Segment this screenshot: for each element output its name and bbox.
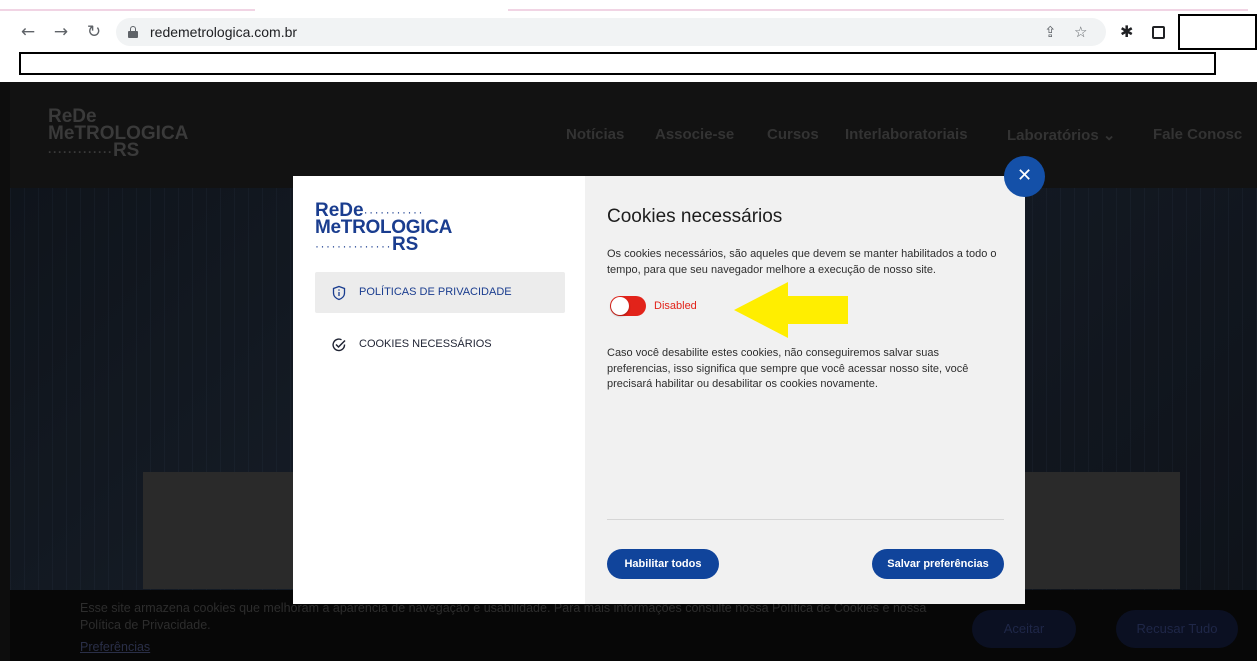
reload-icon[interactable]: ↻ (84, 22, 104, 42)
enable-all-button[interactable]: Habilitar todos (607, 549, 719, 579)
warning-text: Caso você desabilite estes cookies, não … (607, 347, 969, 390)
reject-all-button[interactable]: Recusar Tudo (1116, 610, 1238, 648)
sidebar-item-label: COOKIES NECESSÁRIOS (359, 338, 492, 350)
nav-item-cursos[interactable]: Cursos (767, 126, 819, 143)
nav-item-laboratorios[interactable]: Laboratórios ⌄ (1007, 126, 1115, 144)
preferences-link[interactable]: Preferências (80, 640, 150, 654)
redacted-box (1178, 14, 1257, 50)
accept-button[interactable]: Aceitar (972, 610, 1076, 648)
logo-text: RS (112, 140, 140, 161)
tab-indicator (508, 9, 1248, 11)
sidebar-item-label: POLÍTICAS DE PRIVACIDADE (359, 286, 512, 298)
check-circle-icon (332, 338, 346, 352)
close-button[interactable]: ✕ (1004, 156, 1045, 197)
save-preferences-button[interactable]: Salvar preferências (872, 549, 1004, 579)
nav-item-interlaboratoriais[interactable]: Interlaboratoriais (845, 126, 968, 143)
nav-item-fale-conosco[interactable]: Fale Conosc (1153, 126, 1242, 143)
site-logo[interactable]: ReDe MeTROLOGICA ·············RS (48, 107, 188, 161)
star-icon[interactable]: ☆ (1074, 23, 1087, 41)
forward-arrow-icon[interactable]: → (51, 22, 71, 42)
share-icon[interactable]: ⇪ (1044, 23, 1057, 41)
address-bar[interactable]: redemetrologica.com.br ⇪ ☆ (116, 18, 1106, 46)
sidebar-item-necessary-cookies[interactable]: COOKIES NECESSÁRIOS (315, 324, 565, 365)
shield-info-icon (332, 285, 346, 301)
modal-content: Cookies necessários Os cookies necessári… (585, 176, 1025, 604)
tab-indicator (0, 9, 255, 11)
page-title: Cookies necessários (607, 206, 783, 227)
nav-item-associe-se[interactable]: Associe-se (655, 126, 734, 143)
logo-dots: ············· (48, 145, 113, 159)
sidebar-item-privacy-policy[interactable]: POLÍTICAS DE PRIVACIDADE (315, 272, 565, 313)
close-icon: ✕ (1016, 165, 1033, 186)
logo-text: RS (391, 234, 419, 255)
toggle-knob (611, 297, 629, 315)
puzzle-icon[interactable]: ✱ (1120, 22, 1133, 41)
square-icon[interactable] (1152, 26, 1165, 39)
nav-item-noticias[interactable]: Notícias (566, 126, 624, 143)
cookie-banner-text: Esse site armazena cookies que melhoram … (80, 601, 927, 632)
cookies-toggle[interactable] (610, 296, 646, 316)
description-text: Os cookies necessários, são aqueles que … (607, 248, 997, 276)
url-text[interactable]: redemetrologica.com.br (150, 24, 297, 40)
yellow-arrow-annotation (734, 282, 848, 338)
back-arrow-icon[interactable]: ← (18, 22, 38, 42)
site-header: ReDe MeTROLOGICA ·············RS Notícia… (10, 82, 1257, 188)
logo-dots: ·············· (315, 239, 392, 253)
tab-strip (0, 0, 1257, 12)
divider (607, 519, 1004, 520)
modal-sidebar: ReDe··········· MeTROLOGICA ············… (293, 176, 585, 604)
cookie-preferences-modal: ReDe··········· MeTROLOGICA ············… (293, 176, 1025, 604)
lock-icon[interactable] (128, 26, 138, 38)
page-margin (0, 82, 10, 661)
redacted-box (19, 52, 1216, 75)
toggle-status-label: Disabled (654, 300, 697, 312)
browser-toolbar: ← → ↻ redemetrologica.com.br ⇪ ☆ ✱ (0, 12, 1257, 52)
